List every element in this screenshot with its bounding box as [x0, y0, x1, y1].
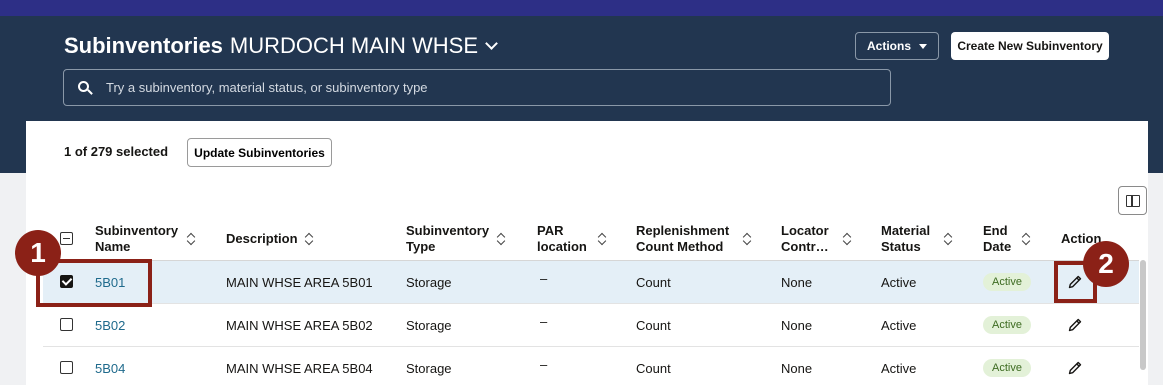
column-toggle-icon: [1125, 194, 1140, 207]
description-cell: MAIN WHSE AREA 5B04: [226, 361, 373, 376]
header-subinventory-name[interactable]: Subinventory Name: [95, 223, 178, 255]
subinventory-name-link[interactable]: 5B02: [95, 318, 125, 333]
par-location-cell: –: [540, 357, 548, 372]
locator-control-cell: None: [781, 361, 813, 376]
selection-count: 1 of 279 selected: [64, 144, 169, 159]
actions-menu-button[interactable]: Actions: [855, 32, 939, 60]
table-row[interactable]: [43, 261, 1139, 304]
status-badge: Active: [983, 359, 1031, 377]
header-label-line: Contr…: [781, 239, 829, 254]
sort-icon[interactable]: [944, 233, 952, 245]
header-label-line: Subinventory: [95, 223, 179, 238]
header-label-line: Status: [881, 239, 921, 254]
status-badge: Active: [983, 316, 1031, 334]
header-label-line: Date: [983, 239, 1012, 254]
search-icon: [78, 80, 93, 95]
vertical-scrollbar[interactable]: [1140, 260, 1146, 370]
search-input[interactable]: Try a subinventory, material status, or …: [63, 69, 891, 106]
material-status-cell: Active: [881, 318, 917, 333]
material-status-cell: Active: [881, 361, 917, 376]
material-status-cell: Active: [881, 275, 917, 290]
top-accent-bar: [0, 0, 1163, 16]
status-badge: Active: [983, 273, 1031, 291]
header-label-line: location: [537, 239, 587, 254]
subinventory-name-link[interactable]: 5B04: [95, 361, 125, 376]
page-title-label: Subinventories: [64, 33, 223, 58]
organization-name: MURDOCH MAIN WHSE: [229, 33, 479, 58]
pencil-icon[interactable]: [1067, 317, 1083, 333]
table-row[interactable]: [43, 347, 1139, 385]
header-label-line: Type: [406, 239, 436, 254]
type-cell: Storage: [406, 361, 452, 376]
header-replenishment-count-method[interactable]: Replenishment Count Method: [636, 223, 729, 255]
header-label-line: Name: [95, 239, 131, 254]
select-all-checkbox[interactable]: [60, 232, 73, 245]
count-method-cell: Count: [636, 361, 671, 376]
sort-icon[interactable]: [497, 233, 505, 245]
description-cell: MAIN WHSE AREA 5B02: [226, 318, 373, 333]
par-location-cell: –: [540, 271, 548, 286]
header-label-line: Count Method: [636, 239, 724, 254]
locator-control-cell: None: [781, 275, 813, 290]
header-description[interactable]: Description: [226, 231, 298, 247]
update-subinventories-button[interactable]: Update Subinventories: [187, 138, 332, 167]
create-new-subinventory-button[interactable]: Create New Subinventory: [951, 32, 1109, 60]
pencil-icon[interactable]: [1067, 360, 1083, 376]
sort-icon[interactable]: [743, 233, 751, 245]
locator-control-cell: None: [781, 318, 813, 333]
header-end-date[interactable]: End Date: [983, 223, 1011, 255]
header-material-status[interactable]: Material Status: [881, 223, 930, 255]
column-toggle-button[interactable]: [1118, 186, 1147, 215]
count-method-cell: Count: [636, 318, 671, 333]
row-checkbox[interactable]: [60, 318, 73, 331]
header-label-line: Locator: [781, 223, 829, 238]
caret-down-icon: [919, 43, 927, 49]
sort-icon[interactable]: [187, 233, 195, 245]
header-label-line: End: [983, 223, 1008, 238]
description-cell: MAIN WHSE AREA 5B01: [226, 275, 373, 290]
actions-label: Actions: [866, 39, 911, 53]
callout-badge-2: 2: [1083, 241, 1129, 287]
sort-icon[interactable]: [598, 233, 606, 245]
sort-icon[interactable]: [305, 233, 313, 245]
header-locator-control[interactable]: Locator Contr…: [781, 223, 829, 255]
sort-icon[interactable]: [1022, 233, 1030, 245]
callout-badge-1: 1: [15, 230, 61, 276]
page-title[interactable]: Subinventories MURDOCH MAIN WHSE: [64, 33, 498, 59]
sort-icon[interactable]: [843, 233, 851, 245]
header-subinventory-type[interactable]: Subinventory Type: [406, 223, 489, 255]
par-location-cell: –: [540, 314, 548, 329]
header-label-line: Material: [881, 223, 931, 238]
row-checkbox[interactable]: [60, 361, 73, 374]
count-method-cell: Count: [636, 275, 671, 290]
type-cell: Storage: [406, 275, 452, 290]
header-label-line: Subinventory: [406, 223, 490, 238]
search-placeholder: Try a subinventory, material status, or …: [106, 80, 428, 95]
header-label-line: Description: [226, 231, 298, 246]
table-row[interactable]: [43, 304, 1139, 347]
type-cell: Storage: [406, 318, 452, 333]
header-par-location[interactable]: PAR location: [537, 223, 587, 255]
header-label-line: PAR: [537, 223, 564, 238]
chevron-down-icon[interactable]: [485, 36, 498, 50]
header-label-line: Replenishment: [636, 223, 730, 238]
